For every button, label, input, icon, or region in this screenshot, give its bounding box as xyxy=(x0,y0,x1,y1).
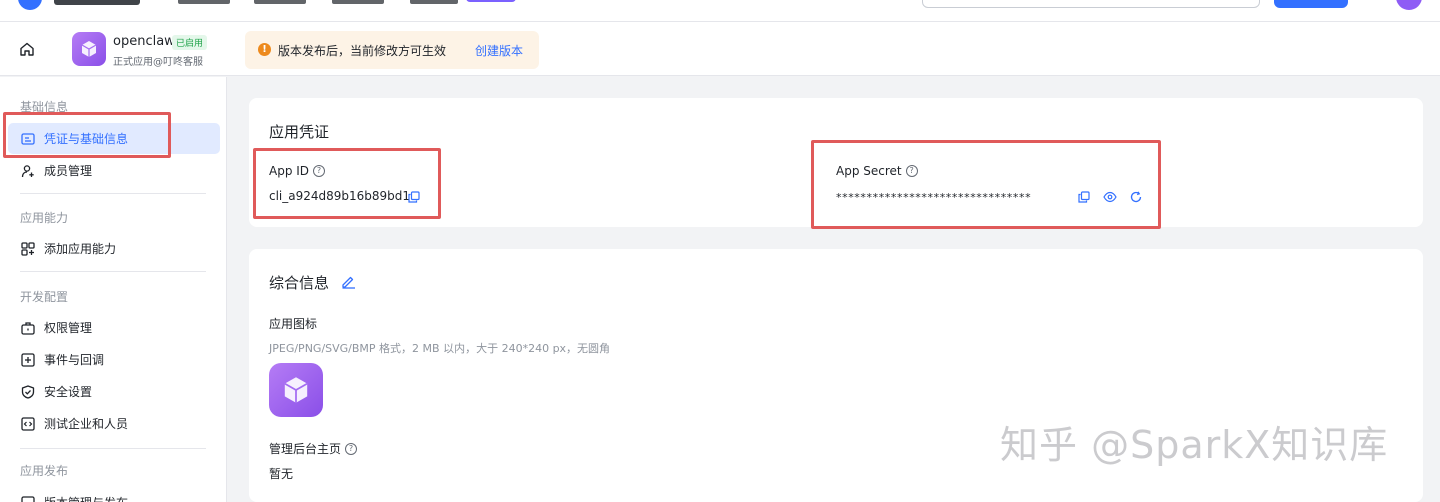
app-icon xyxy=(72,32,106,66)
copy-icon[interactable] xyxy=(407,190,421,204)
app-secret-label-text: App Secret xyxy=(836,164,902,178)
id-card-icon xyxy=(20,131,36,147)
sidebar-item-members[interactable]: 成员管理 xyxy=(8,155,220,186)
nav-item[interactable] xyxy=(178,0,230,4)
help-icon[interactable]: ? xyxy=(345,442,358,455)
sidebar-item-add-capability[interactable]: 添加应用能力 xyxy=(8,233,220,264)
sidebar-item-label: 权限管理 xyxy=(44,321,93,335)
copy-icon[interactable] xyxy=(1077,190,1091,204)
refresh-icon[interactable] xyxy=(1129,190,1143,204)
help-icon[interactable]: ? xyxy=(905,165,918,177)
nav-item[interactable] xyxy=(410,0,458,4)
sidebar-item-permissions[interactable]: 权限管理 xyxy=(8,312,220,343)
help-icon[interactable]: ? xyxy=(313,165,326,177)
sidebar-item-security[interactable]: 安全设置 xyxy=(8,376,220,407)
admin-homepage-label: 管理后台主页 ? xyxy=(269,440,358,457)
general-info-title: 综合信息 xyxy=(269,274,330,292)
brand-name[interactable] xyxy=(54,0,140,5)
brand-logo-icon[interactable] xyxy=(18,0,42,10)
sidebar-item-label: 添加应用能力 xyxy=(44,242,117,256)
sidebar-divider xyxy=(20,448,206,449)
app-subtitle: 正式应用@叮咚客服 xyxy=(113,57,203,68)
version-icon xyxy=(20,495,36,502)
app-secret-value: ******************************** xyxy=(836,191,1032,204)
sidebar-item-label: 成员管理 xyxy=(44,164,93,178)
app-header: openclaw 已启用 正式应用@叮咚客服 ! 版本发布后，当前修改方可生效 … xyxy=(0,22,1440,76)
warning-icon: ! xyxy=(258,43,271,56)
create-version-link[interactable]: 创建版本 xyxy=(475,42,523,59)
app-secret-label: App Secret ? xyxy=(836,164,918,178)
sidebar-item-label: 凭证与基础信息 xyxy=(44,132,129,146)
sidebar: 基础信息 凭证与基础信息 成员管理 应用能力 添加应用能力 开发配置 权限管理 … xyxy=(0,77,227,502)
sidebar-item-test-org[interactable]: 测试企业和人员 xyxy=(8,408,220,439)
app-icon-hint: JPEG/PNG/SVG/BMP 格式，2 MB 以内，大于 240*240 p… xyxy=(269,342,611,355)
app-id-label-text: App ID xyxy=(269,164,310,178)
nav-item[interactable] xyxy=(254,0,306,4)
sidebar-item-credentials[interactable]: 凭证与基础信息 xyxy=(8,123,220,154)
nav-badge xyxy=(466,0,516,2)
admin-homepage-label-text: 管理后台主页 xyxy=(269,442,342,456)
sidebar-item-events[interactable]: 事件与回调 xyxy=(8,344,220,375)
code-square-icon xyxy=(20,416,36,432)
sidebar-group-capabilities: 应用能力 xyxy=(20,211,69,225)
watermark: 知乎 @SparkX知识库 xyxy=(1000,423,1389,467)
notice-text: 版本发布后，当前修改方可生效 xyxy=(278,44,447,58)
top-action-button[interactable] xyxy=(1274,0,1348,8)
sidebar-group-basic: 基础信息 xyxy=(20,100,69,114)
sidebar-item-label: 测试企业和人员 xyxy=(44,417,129,431)
app-icon-large[interactable] xyxy=(269,363,323,417)
credentials-title: 应用凭证 xyxy=(269,123,330,141)
apps-grid-icon[interactable]: ··· xyxy=(1364,0,1379,4)
top-nav: ··· xyxy=(0,0,1440,22)
sidebar-item-label: 事件与回调 xyxy=(44,353,105,367)
app-id-value: cli_a924d89b16b89bd1 xyxy=(269,189,411,203)
sidebar-group-release: 应用发布 xyxy=(20,464,69,478)
sidebar-item-label: 版本管理与发布 xyxy=(44,494,128,502)
app-id-label: App ID ? xyxy=(269,164,326,178)
global-search-input[interactable] xyxy=(922,0,1260,8)
sidebar-item-versions[interactable]: 版本管理与发布 xyxy=(8,487,220,502)
add-member-icon xyxy=(20,163,36,179)
eye-icon[interactable] xyxy=(1103,190,1117,204)
briefcase-lock-icon xyxy=(20,320,36,336)
app-name: openclaw xyxy=(113,34,175,49)
app-icon-label: 应用图标 xyxy=(269,317,318,331)
sidebar-item-label: 安全设置 xyxy=(44,385,93,399)
release-notice: ! 版本发布后，当前修改方可生效 创建版本 xyxy=(245,31,539,69)
apps-add-icon xyxy=(20,241,36,257)
user-avatar[interactable] xyxy=(1396,0,1422,10)
plus-square-icon xyxy=(20,352,36,368)
sidebar-divider xyxy=(20,271,206,272)
status-badge: 已启用 xyxy=(172,35,208,50)
edit-pencil-icon[interactable] xyxy=(340,273,356,289)
sidebar-group-dev-config: 开发配置 xyxy=(20,290,69,304)
shield-icon xyxy=(20,384,36,400)
admin-homepage-value: 暂无 xyxy=(269,467,294,481)
credentials-card xyxy=(249,98,1423,227)
sidebar-divider xyxy=(20,193,206,194)
nav-item[interactable] xyxy=(332,0,384,4)
home-icon[interactable] xyxy=(16,38,38,60)
